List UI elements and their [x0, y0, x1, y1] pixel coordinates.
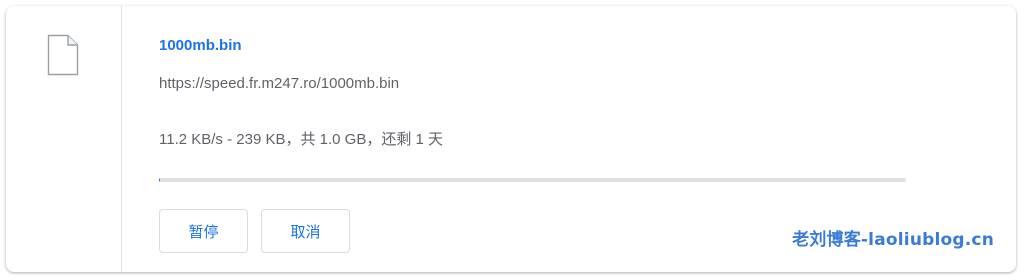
- pause-button[interactable]: 暂停: [159, 209, 248, 253]
- progress-bar: [159, 178, 906, 182]
- file-icon: [47, 34, 79, 76]
- watermark: 老刘博客-laoliublog.cn: [792, 230, 994, 250]
- download-item-card: 1000mb.bin https://speed.fr.m247.ro/1000…: [6, 6, 1016, 272]
- file-name-link[interactable]: 1000mb.bin: [159, 37, 242, 54]
- source-url: https://speed.fr.m247.ro/1000mb.bin: [159, 75, 400, 92]
- file-icon-column: [6, 6, 122, 272]
- download-status: 11.2 KB/s - 239 KB，共 1.0 GB，还剩 1 天: [159, 131, 443, 148]
- cancel-button[interactable]: 取消: [261, 209, 350, 253]
